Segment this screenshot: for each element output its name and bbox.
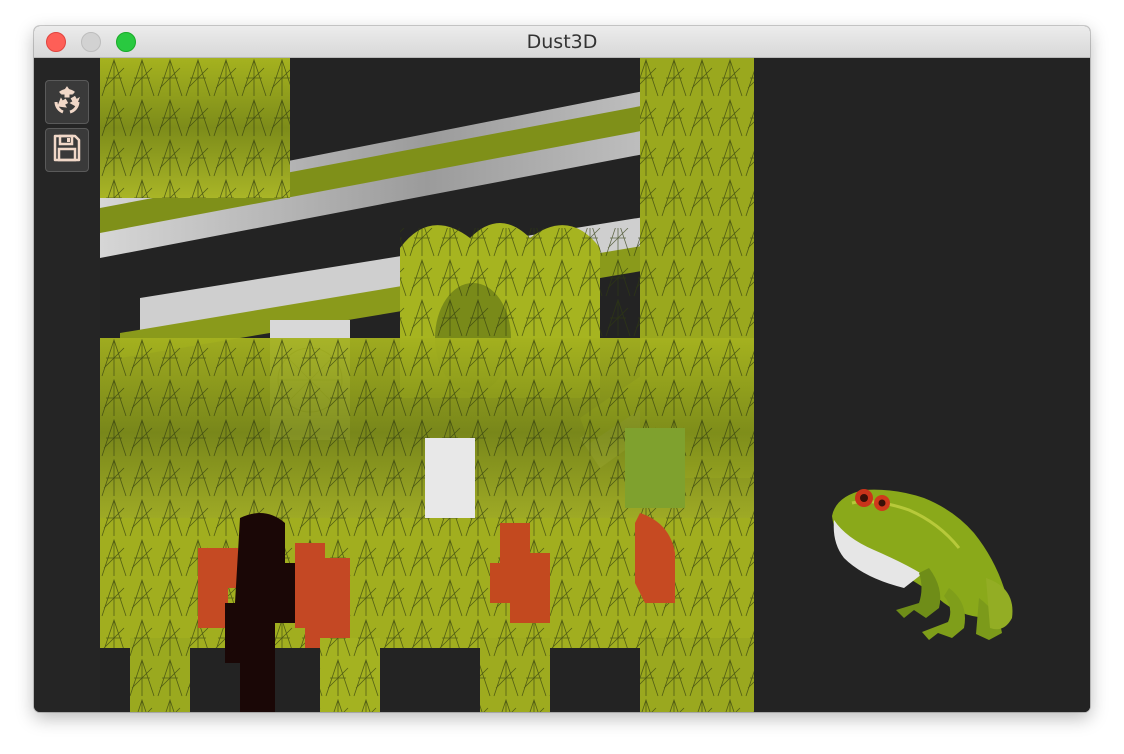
wireframe-model-view[interactable] — [754, 58, 1090, 712]
regenerate-button[interactable] — [45, 80, 89, 124]
app-window: Dust3D — [34, 26, 1090, 712]
texture-image — [100, 58, 754, 712]
recycle-icon — [50, 83, 84, 122]
window-title: Dust3D — [526, 31, 598, 53]
save-button[interactable] — [45, 128, 89, 172]
main-content — [34, 58, 1090, 712]
texture-map-view — [100, 58, 754, 712]
save-icon — [52, 133, 82, 168]
model-preview-panel[interactable] — [754, 58, 1090, 712]
title-bar[interactable]: Dust3D — [34, 26, 1090, 58]
